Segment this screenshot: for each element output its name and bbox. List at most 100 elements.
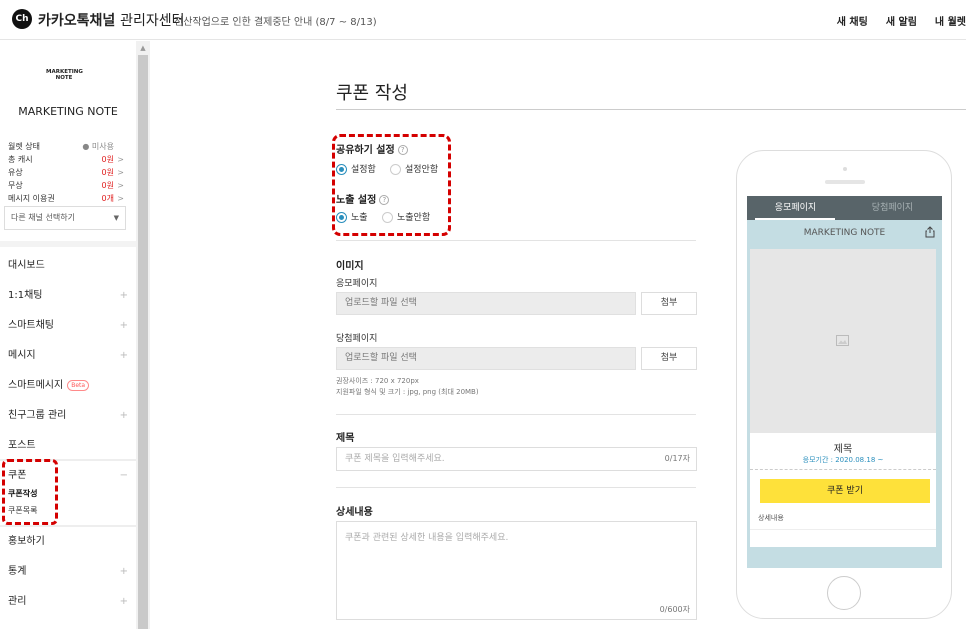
- top-right-links: 새 채팅 새 알림 내 월렛: [837, 13, 966, 28]
- preview-tabs: 응모페이지 당첨페이지: [747, 196, 942, 220]
- divider: [336, 414, 696, 415]
- page-title: 쿠폰 작성: [336, 83, 408, 104]
- beta-badge: Beta: [67, 379, 90, 391]
- chevron-right-icon: >: [117, 194, 124, 203]
- nav-statistics[interactable]: 통계 +: [8, 565, 128, 579]
- brand-title[interactable]: 카카오톡채널 관리자센터: [38, 10, 185, 30]
- tab-win-page[interactable]: 당첨페이지: [844, 196, 941, 220]
- phone-preview: 응모페이지 당첨페이지 MARKETING NOTE 제목 응모기간 : 202…: [736, 150, 952, 619]
- nav-label: 스마트메시지: [8, 380, 64, 391]
- collapse-minus-icon[interactable]: −: [120, 469, 128, 483]
- divider: [750, 529, 936, 530]
- divider: [336, 487, 696, 488]
- nav-label: 친구그룹 관리: [8, 410, 67, 421]
- nav-label: 스마트채팅: [8, 320, 54, 331]
- image-placeholder-icon: [836, 335, 849, 346]
- nav-smartchat[interactable]: 스마트채팅 +: [8, 319, 128, 333]
- coupon-title-placeholder: 쿠폰 제목을 입력해주세요.: [345, 454, 445, 464]
- expand-plus-icon[interactable]: +: [120, 409, 128, 423]
- title-section-label: 제목: [336, 433, 355, 444]
- new-notification-link[interactable]: 새 알림: [886, 13, 917, 28]
- stat-wallet-status: 월렛 상태 ● 미사용: [8, 140, 124, 153]
- get-coupon-button[interactable]: 쿠폰 받기: [760, 479, 930, 503]
- coupon-title-input[interactable]: 쿠폰 제목을 입력해주세요. 0/17자: [336, 447, 697, 471]
- image-section-label: 이미지: [336, 261, 364, 272]
- expand-plus-icon[interactable]: +: [120, 289, 128, 303]
- nav-label: 홍보하기: [8, 536, 45, 547]
- preview-entry-period: 응모기간 : 2020.08.18 ~: [802, 456, 884, 464]
- nav-label: 메시지: [8, 350, 36, 361]
- nav-smartmessage[interactable]: 스마트메시지 Beta: [8, 379, 128, 393]
- nav-label: 대시보드: [8, 260, 45, 271]
- nav-manage[interactable]: 관리 +: [8, 595, 128, 609]
- detail-char-count: 0/600자: [659, 605, 690, 614]
- entry-attach-button[interactable]: 첨부: [641, 292, 697, 315]
- notice-link[interactable]: 전산작업으로 인한 결제중단 안내 (8/7 ~ 8/13): [174, 13, 377, 28]
- expand-plus-icon[interactable]: +: [120, 595, 128, 609]
- expand-plus-icon[interactable]: +: [120, 565, 128, 579]
- chevron-right-icon: >: [117, 181, 124, 190]
- chevron-right-icon: >: [117, 155, 124, 164]
- divider: [336, 240, 696, 241]
- nav-friend-groups[interactable]: 친구그룹 관리 +: [8, 409, 128, 423]
- channel-profile-logo: MARKETING NOTE: [46, 69, 83, 82]
- channel-select-label: 다른 채널 선택하기: [11, 213, 75, 222]
- sidebar: MARKETING NOTE MARKETING NOTE 월렛 상태 ● 미사…: [0, 41, 136, 629]
- stat-label: 총 캐시: [8, 155, 33, 164]
- stat-free[interactable]: 무상 0원 >: [8, 179, 124, 192]
- highlight-annotation: [332, 134, 451, 236]
- win-attach-button[interactable]: 첨부: [641, 347, 697, 370]
- wallet-stats: 월렛 상태 ● 미사용 총 캐시 0원 > 유상 0원 > 무상 0원 > 메시…: [8, 140, 124, 205]
- coupon-detail-placeholder: 쿠폰과 관련된 상세한 내용을 입력해주세요.: [345, 533, 509, 543]
- nav-post[interactable]: 포스트: [8, 439, 128, 453]
- caret-down-icon: ▼: [113, 214, 119, 222]
- detail-section-label: 상세내용: [336, 507, 373, 518]
- size-hint: 권장사이즈 : 720 x 720px: [336, 377, 419, 385]
- kakao-channel-logo[interactable]: Ch: [12, 9, 32, 29]
- preview-coupon-card: 제목 응모기간 : 2020.08.18 ~ 쿠폰 받기 상세내용: [750, 433, 936, 547]
- dashed-divider: [750, 469, 936, 470]
- nav-message[interactable]: 메시지 +: [8, 349, 128, 363]
- coupon-detail-textarea[interactable]: 쿠폰과 관련된 상세한 내용을 입력해주세요. 0/600자: [336, 521, 697, 620]
- title-char-count: 0/17자: [664, 454, 690, 463]
- chevron-right-icon: >: [117, 168, 124, 177]
- highlight-annotation: [2, 459, 58, 525]
- phone-home-button: [827, 576, 861, 610]
- preview-image-area: [750, 249, 936, 433]
- nav-label: 통계: [8, 566, 27, 577]
- nav-dashboard[interactable]: 대시보드: [8, 259, 128, 273]
- stat-message-voucher[interactable]: 메시지 이용권 0개 >: [8, 192, 124, 205]
- channel-select[interactable]: 다른 채널 선택하기 ▼: [4, 206, 126, 230]
- divider: [0, 241, 136, 247]
- stat-total-cash[interactable]: 총 캐시 0원 >: [8, 153, 124, 166]
- nav-chat[interactable]: 1:1채팅 +: [8, 289, 128, 303]
- entry-page-file-input[interactable]: 업로드할 파일 선택: [336, 292, 636, 315]
- nav-label: 1:1채팅: [8, 290, 43, 301]
- stat-label: 유상: [8, 168, 23, 177]
- stat-label: 무상: [8, 181, 23, 190]
- share-icon[interactable]: [924, 226, 936, 238]
- nav-promote[interactable]: 홍보하기: [8, 535, 128, 549]
- scroll-up-arrow-icon[interactable]: ▲: [138, 43, 148, 53]
- win-page-file-input[interactable]: 업로드할 파일 선택: [336, 347, 636, 370]
- brand-bold: 카카오톡채널: [38, 13, 116, 29]
- stat-label: 월렛 상태: [8, 142, 40, 151]
- top-bar: Ch 카카오톡채널 관리자센터 전산작업으로 인한 결제중단 안내 (8/7 ~…: [0, 0, 966, 40]
- expand-plus-icon[interactable]: +: [120, 319, 128, 333]
- my-wallet-link[interactable]: 내 월렛: [935, 13, 966, 28]
- divider: [0, 525, 136, 527]
- stat-paid[interactable]: 유상 0원 >: [8, 166, 124, 179]
- preview-screen: 응모페이지 당첨페이지 MARKETING NOTE 제목 응모기간 : 202…: [747, 196, 942, 568]
- divider: [336, 109, 966, 110]
- tab-entry-page[interactable]: 응모페이지: [747, 196, 844, 220]
- stat-value: 0원: [101, 155, 114, 164]
- channel-name: MARKETING NOTE: [18, 105, 118, 118]
- expand-plus-icon[interactable]: +: [120, 349, 128, 363]
- sidebar-scrollbar[interactable]: ▲: [136, 41, 150, 629]
- entry-page-label: 응모페이지: [336, 279, 378, 289]
- phone-speaker: [825, 180, 865, 184]
- new-chat-link[interactable]: 새 채팅: [837, 13, 868, 28]
- stat-value: 0원: [101, 168, 114, 177]
- format-hint: 지원파일 형식 및 크기 : jpg, png (최대 20MB): [336, 388, 479, 396]
- scrollbar-thumb[interactable]: [138, 55, 148, 629]
